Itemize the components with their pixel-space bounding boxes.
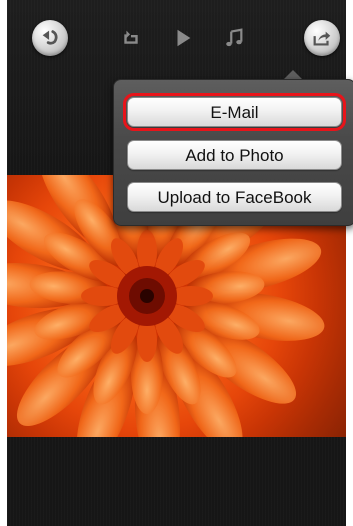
upload-to-facebook-button[interactable]: Upload to FaceBook (127, 182, 342, 212)
email-button[interactable]: E-Mail (123, 93, 346, 131)
top-toolbar (7, 0, 346, 80)
back-arrow-icon (42, 30, 58, 45)
music-note-icon (226, 28, 243, 47)
play-icon (177, 29, 191, 47)
play-button[interactable] (171, 26, 195, 50)
repeat-icon (124, 30, 138, 44)
music-button[interactable] (222, 26, 246, 50)
share-icon (313, 31, 331, 46)
share-menu-popup: E-Mail Add to Photo Upload to FaceBook (113, 79, 353, 226)
repeat-button[interactable] (119, 26, 143, 50)
share-button[interactable] (304, 20, 340, 56)
back-button[interactable] (32, 20, 68, 56)
add-to-photo-button[interactable]: Add to Photo (127, 140, 342, 170)
